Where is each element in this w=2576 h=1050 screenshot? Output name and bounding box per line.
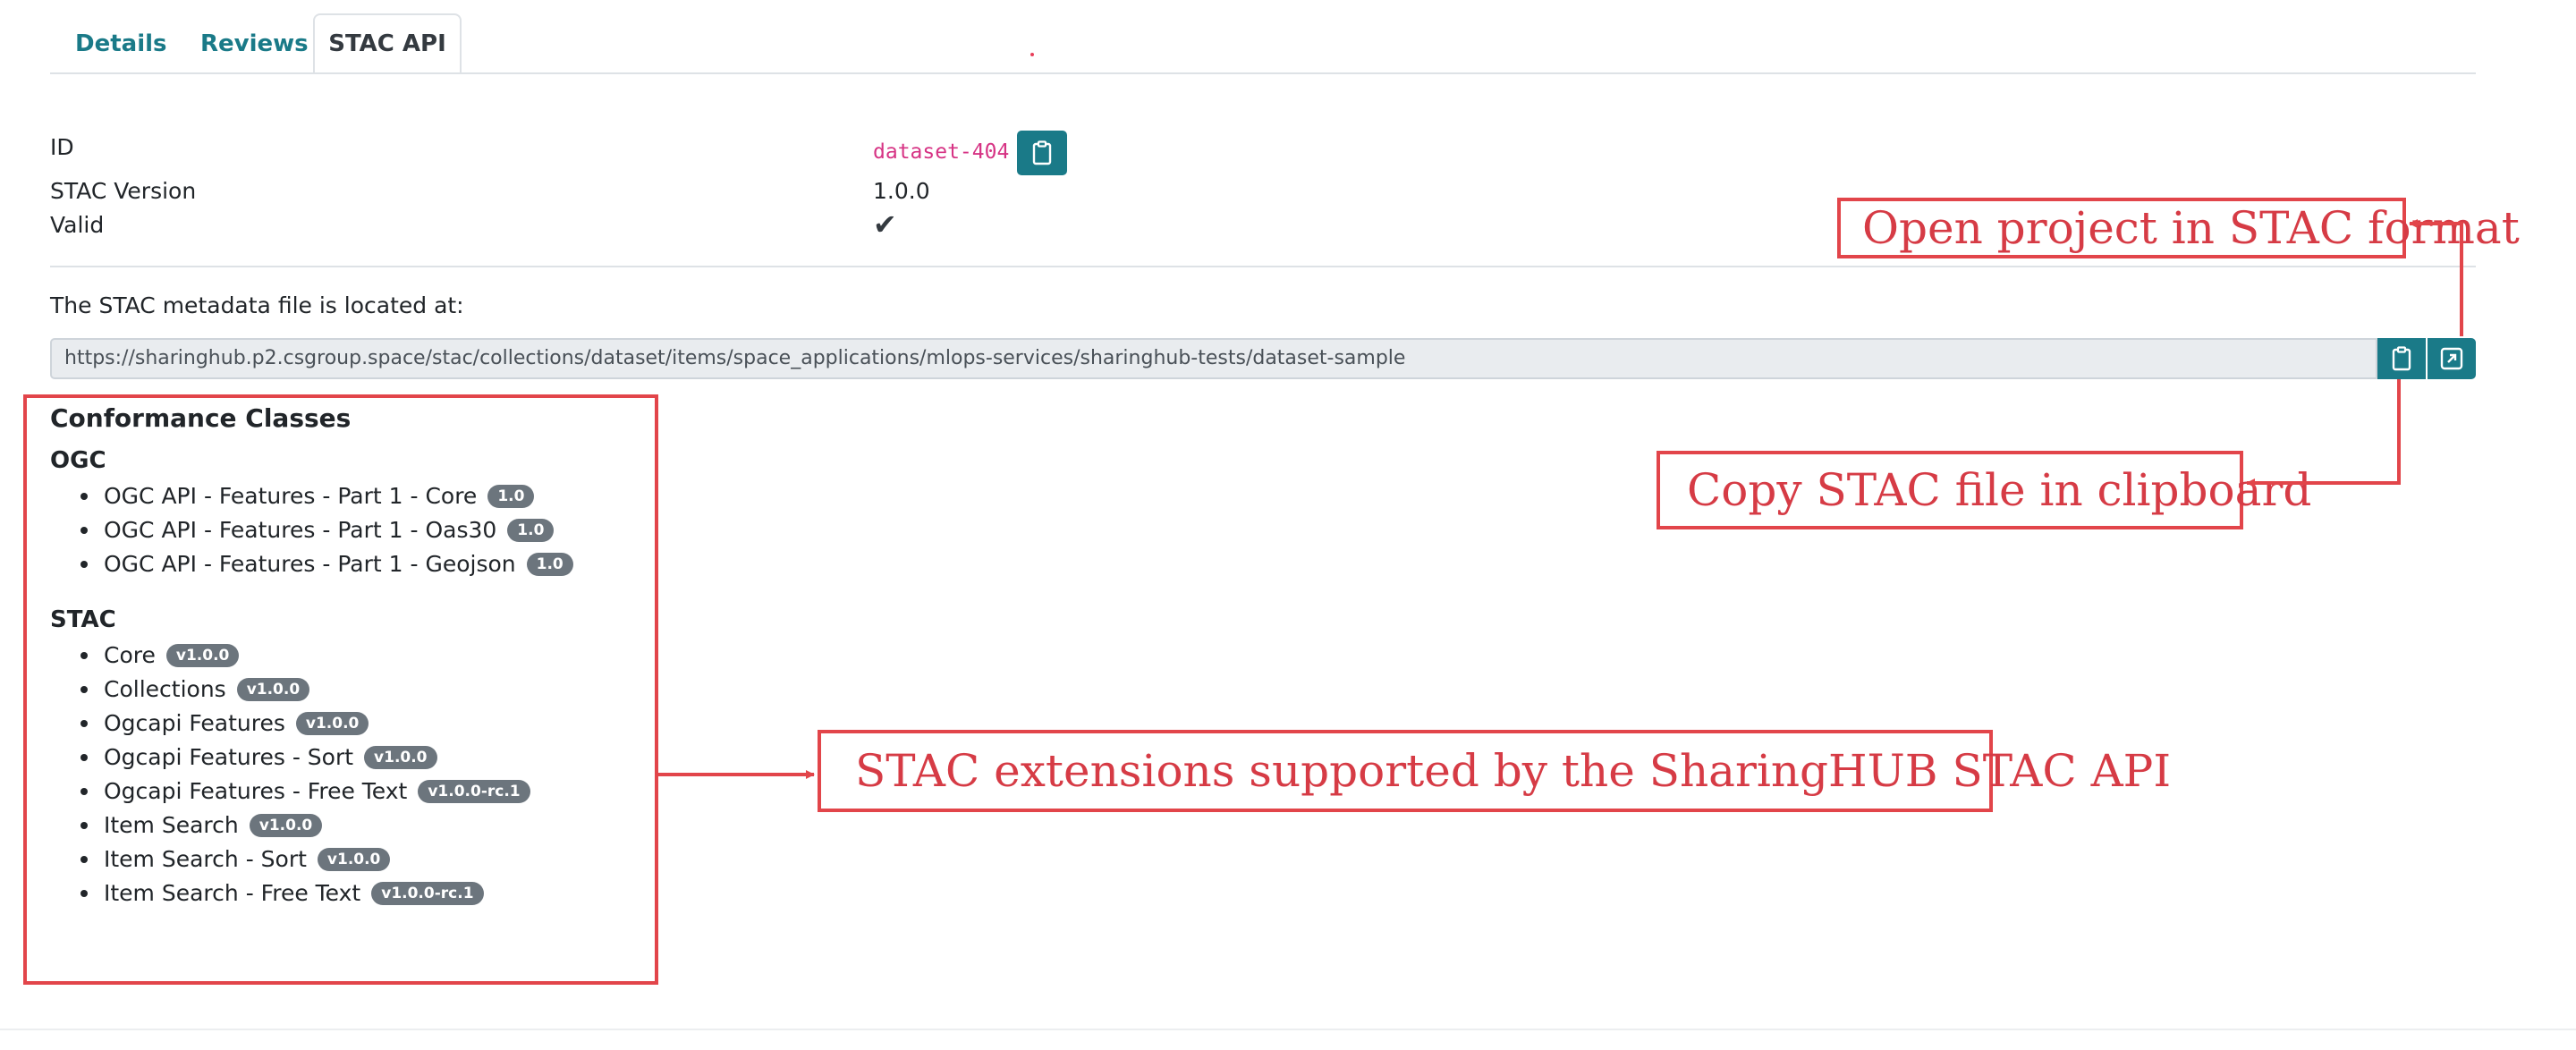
footer-divider	[0, 1029, 2576, 1030]
annotation-arrows	[658, 219, 2463, 779]
